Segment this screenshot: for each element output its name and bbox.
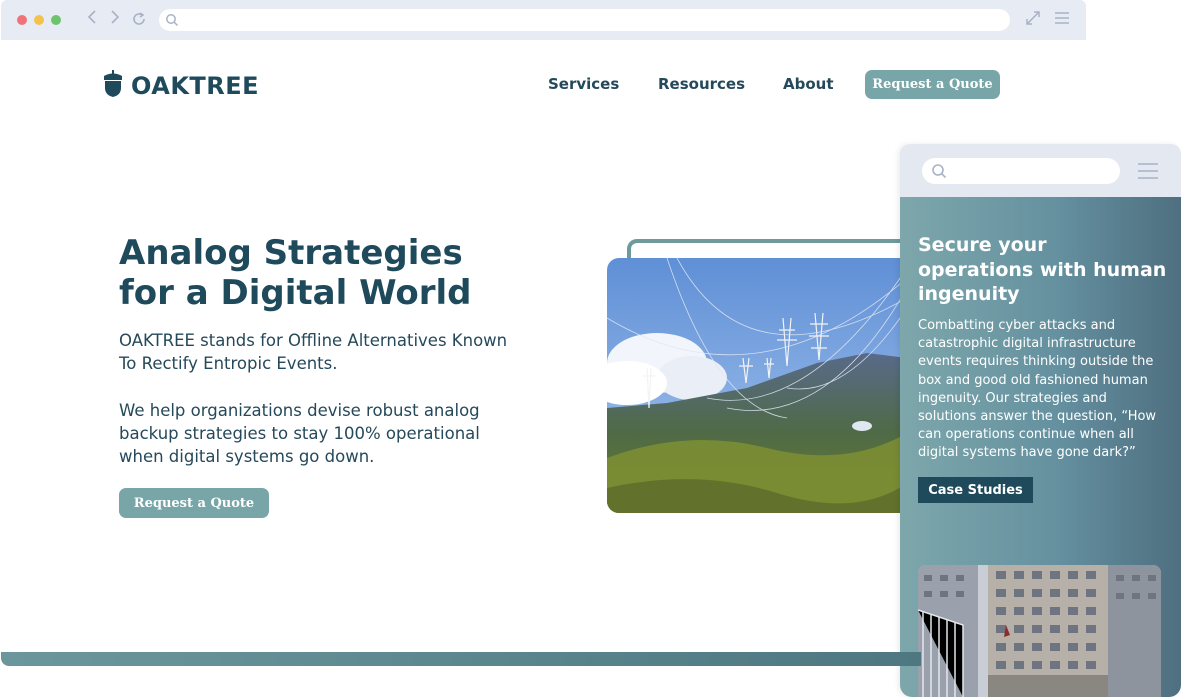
mobile-paragraph: Combatting cyber attacks and catastrophi… bbox=[918, 318, 1157, 461]
hero-request-quote-button[interactable]: Request a Quote bbox=[119, 488, 269, 518]
search-icon bbox=[931, 163, 947, 183]
hamburger-menu-icon[interactable] bbox=[1137, 162, 1159, 184]
chevron-right-icon[interactable] bbox=[110, 9, 120, 30]
mobile-hero: Secure your operations with human ingenu… bbox=[900, 197, 1181, 697]
maximize-window-dot[interactable] bbox=[51, 15, 61, 25]
hero-paragraph-2: We help organizations devise robust anal… bbox=[119, 401, 480, 466]
close-window-dot[interactable] bbox=[17, 15, 27, 25]
case-studies-button[interactable]: Case Studies bbox=[918, 477, 1033, 503]
hero-image-power-lines bbox=[607, 258, 907, 513]
mobile-image-building bbox=[918, 565, 1161, 697]
expand-icon[interactable] bbox=[1025, 10, 1041, 30]
mobile-toolbar bbox=[900, 144, 1181, 197]
minimize-window-dot[interactable] bbox=[34, 15, 44, 25]
search-icon bbox=[165, 12, 179, 31]
nav-resources[interactable]: Resources bbox=[658, 75, 745, 93]
hero-title-line-2: for a Digital World bbox=[119, 273, 472, 313]
reload-icon[interactable] bbox=[131, 11, 147, 32]
page-footer-band bbox=[1, 652, 921, 666]
acorn-icon bbox=[103, 70, 123, 101]
hamburger-menu-icon[interactable] bbox=[1054, 10, 1070, 30]
logo-text: OAKTREE bbox=[131, 71, 260, 100]
browser-toolbar bbox=[1, 0, 1086, 40]
hero-title: Analog Strategies for a Digital World bbox=[119, 233, 579, 313]
mobile-search-input[interactable] bbox=[922, 158, 1120, 184]
nav-services[interactable]: Services bbox=[548, 75, 619, 93]
mobile-preview: Secure your operations with human ingenu… bbox=[900, 144, 1181, 697]
mobile-title: Secure your operations with human ingenu… bbox=[918, 234, 1167, 305]
logo[interactable]: OAKTREE bbox=[103, 70, 259, 101]
nav-about[interactable]: About bbox=[783, 75, 834, 93]
chevron-left-icon[interactable] bbox=[87, 9, 97, 30]
hero-paragraph-1: OAKTREE stands for Offline Alternatives … bbox=[119, 331, 508, 373]
address-bar[interactable] bbox=[159, 9, 1010, 31]
hero-title-line-1: Analog Strategies bbox=[119, 233, 463, 273]
request-quote-button[interactable]: Request a Quote bbox=[865, 70, 1000, 99]
